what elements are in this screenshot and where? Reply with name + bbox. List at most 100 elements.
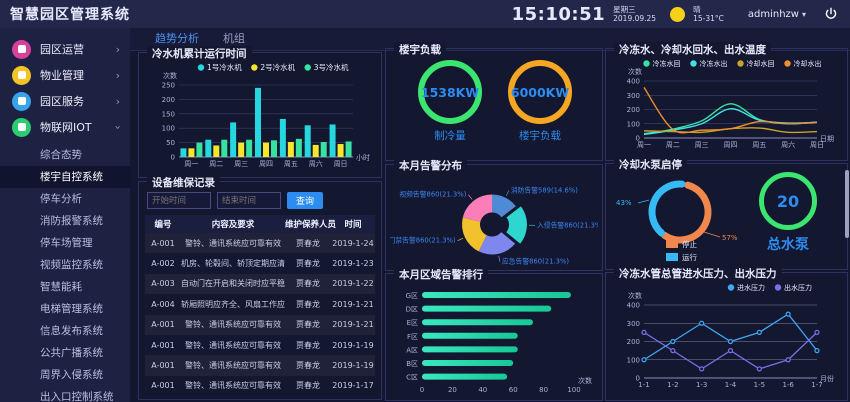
user-menu[interactable]: adminhzw ▾ <box>748 9 806 20</box>
sidebar-subitem[interactable]: 周界入侵系统 <box>0 364 130 386</box>
sidebar-section-3[interactable]: 物联网IOT › <box>0 114 130 140</box>
svg-text:次数: 次数 <box>578 376 592 385</box>
svg-text:周六: 周六 <box>781 140 795 149</box>
svg-text:100: 100 <box>627 120 640 128</box>
sidebar-subitem[interactable]: 视频监控系统 <box>0 254 130 276</box>
sidebar-section-0[interactable]: 园区运营 › <box>0 36 130 62</box>
svg-text:C区: C区 <box>406 374 418 382</box>
scrollbar-thumb[interactable] <box>845 170 849 238</box>
sidebar-section-label: 物业管理 <box>40 67 107 83</box>
svg-text:周日: 周日 <box>810 141 824 149</box>
table-row[interactable]: A-001警铃、通讯系统应可靠有效贾春龙2019-1-19 <box>145 355 375 375</box>
park-service-icon <box>12 92 31 111</box>
cooling-pump-status-donut-chart: 43%57%停止运行 <box>610 168 757 267</box>
query-button[interactable]: 查询 <box>287 192 323 209</box>
svg-text:进水压力: 进水压力 <box>737 283 765 292</box>
sidebar-subitem[interactable]: 楼宇自控系统 <box>0 166 130 188</box>
svg-text:冷却水回: 冷却水回 <box>747 59 775 68</box>
svg-text:250: 250 <box>162 82 175 90</box>
total-pump-value: 20 <box>777 192 799 211</box>
sidebar-section-label: 物联网IOT <box>40 119 107 135</box>
svg-text:1-3: 1-3 <box>696 381 707 389</box>
cooling-capacity-value: 1538KW <box>421 85 479 100</box>
sidebar-subitem[interactable]: 综合态势 <box>0 144 130 166</box>
sidebar-subitem[interactable]: 停车场管理 <box>0 232 130 254</box>
sidebar-subitem[interactable]: 停车分析 <box>0 188 130 210</box>
sidebar-subitem[interactable]: 公共广播系统 <box>0 342 130 364</box>
panel-building-load: 楼宇负载 1538KW 制冷量 6000KW 楼宇负载 <box>385 48 603 161</box>
sidebar-subitem[interactable]: 智慧能耗 <box>0 276 130 298</box>
table-row[interactable]: A-001警铃、通讯系统应可靠有效贾春龙2019-1-17 <box>145 376 375 395</box>
chiller-runtime-bar-chart: 1号冷水机2号冷水机3号冷水机050100150200250次数小时周一周二周三… <box>143 57 377 175</box>
svg-text:视频告警860(21.3%): 视频告警860(21.3%) <box>399 190 466 199</box>
table-row[interactable]: A-001警铃、通讯系统应可靠有效贾春龙2019-1-21 <box>145 315 375 335</box>
svg-text:冷冻水出: 冷冻水出 <box>700 59 728 68</box>
svg-text:周五: 周五 <box>284 160 298 168</box>
table-row[interactable]: A-001警铃、通讯系统应可靠有效贾春龙2019-1-24 <box>145 233 375 253</box>
sidebar-submenu: 综合态势楼宇自控系统停车分析消防报警系统停车场管理视频监控系统智慧能耗电梯管理系… <box>0 144 130 402</box>
total-pump-label: 总水泵 <box>767 234 809 254</box>
park-operation-icon <box>12 40 31 59</box>
svg-text:出水压力: 出水压力 <box>784 283 812 292</box>
svg-text:停止: 停止 <box>682 239 697 249</box>
svg-text:300: 300 <box>627 92 640 100</box>
table-cell: 自动门在开启和关闭时应平稳无震荡 <box>181 278 285 289</box>
chevron-right-icon: › <box>116 70 120 81</box>
table-cell: 警铃、通讯系统应可靠有效 <box>181 238 285 249</box>
svg-text:3号冷水机: 3号冷水机 <box>314 62 349 72</box>
panel-title: 本月区域告警排行 <box>394 267 488 282</box>
header-right: 15:10:51 星期三 2019.09.25 晴 15-31°C adminh… <box>512 4 838 25</box>
caret-down-icon: ▾ <box>802 10 806 19</box>
table-cell: 贾春龙 <box>285 258 331 269</box>
svg-text:100: 100 <box>627 356 640 364</box>
svg-text:消防告警589(14.6%): 消防告警589(14.6%) <box>511 185 578 194</box>
table-row[interactable]: A-001警铃、通讯系统应可靠有效贾春龙2019-1-19 <box>145 335 375 355</box>
svg-text:周六: 周六 <box>309 159 323 168</box>
panel-water-temperature: 冷冻水、冷却水回水、出水温度 冷冻水回冷冻水出冷却水回冷却水出010020030… <box>605 48 848 161</box>
temperature-label: 15-31°C <box>693 14 724 23</box>
table-cell: 贾春龙 <box>285 380 331 391</box>
svg-text:57%: 57% <box>722 234 738 242</box>
table-row[interactable]: A-003自动门在开启和关闭时应平稳无震荡贾春龙2019-1-22 <box>145 274 375 294</box>
panel-alarm-distribution: 本月告警分布 消防告警589(14.6%)入侵告警860(21.3%)应急告警8… <box>385 164 603 271</box>
cooling-capacity-label: 制冷量 <box>434 128 466 143</box>
svg-text:200: 200 <box>627 338 640 346</box>
sidebar-subitem[interactable]: 出入口控制系统 <box>0 386 130 402</box>
panel-chiller-runtime: 冷水机累计运行时间 1号冷水机2号冷水机3号冷水机050100150200250… <box>138 52 382 178</box>
svg-text:A区: A区 <box>406 346 418 354</box>
start-time-input[interactable] <box>147 192 211 209</box>
svg-text:1-2: 1-2 <box>667 381 678 389</box>
sidebar-section-1[interactable]: 物业管理 › <box>0 62 130 88</box>
date-label: 2019.09.25 <box>613 14 656 23</box>
sidebar-section-2[interactable]: 园区服务 › <box>0 88 130 114</box>
maintenance-filters: 查询 <box>147 192 323 209</box>
table-cell: 2019-1-19 <box>331 361 375 370</box>
sidebar-subitem[interactable]: 消防报警系统 <box>0 210 130 232</box>
svg-text:门禁告警860(21.3%): 门禁告警860(21.3%) <box>390 236 456 245</box>
power-button[interactable] <box>824 7 838 21</box>
svg-text:300: 300 <box>627 320 640 328</box>
building-load-gauge: 6000KW 楼宇负载 <box>508 60 572 143</box>
sidebar-subitem[interactable]: 信息发布系统 <box>0 320 130 342</box>
table-cell: 贾春龙 <box>285 299 331 310</box>
svg-text:周一: 周一 <box>184 160 198 168</box>
svg-text:400: 400 <box>627 302 640 310</box>
column-header: 编号 <box>145 218 181 230</box>
table-cell: 轿厢照明应齐全、风扇工作应正常 <box>181 299 285 310</box>
water-temperature-line-chart: 冷冻水回冷冻水出冷却水回冷却水出0100200300400次数日期周一周二周三周… <box>610 53 843 158</box>
table-row[interactable]: A-004轿厢照明应齐全、风扇工作应正常贾春龙2019-1-21 <box>145 294 375 314</box>
end-time-input[interactable] <box>217 192 281 209</box>
svg-text:次数: 次数 <box>163 71 177 80</box>
panel-title: 冷冻水、冷却水回水、出水温度 <box>614 42 771 57</box>
table-row[interactable]: A-002机房、轮毂间、轿顶定期应清理贾春龙2019-1-23 <box>145 253 375 273</box>
table-cell: A-001 <box>145 361 181 370</box>
svg-text:200: 200 <box>162 96 175 104</box>
table-cell: 警铃、通讯系统应可靠有效 <box>181 319 285 330</box>
svg-text:60: 60 <box>509 386 518 394</box>
table-cell: A-001 <box>145 239 181 248</box>
table-cell: 2019-1-21 <box>331 320 375 329</box>
svg-text:D区: D区 <box>406 306 418 314</box>
table-cell: 2019-1-23 <box>331 259 375 268</box>
svg-text:1号冷水机: 1号冷水机 <box>207 62 242 72</box>
sidebar-subitem[interactable]: 电梯管理系统 <box>0 298 130 320</box>
